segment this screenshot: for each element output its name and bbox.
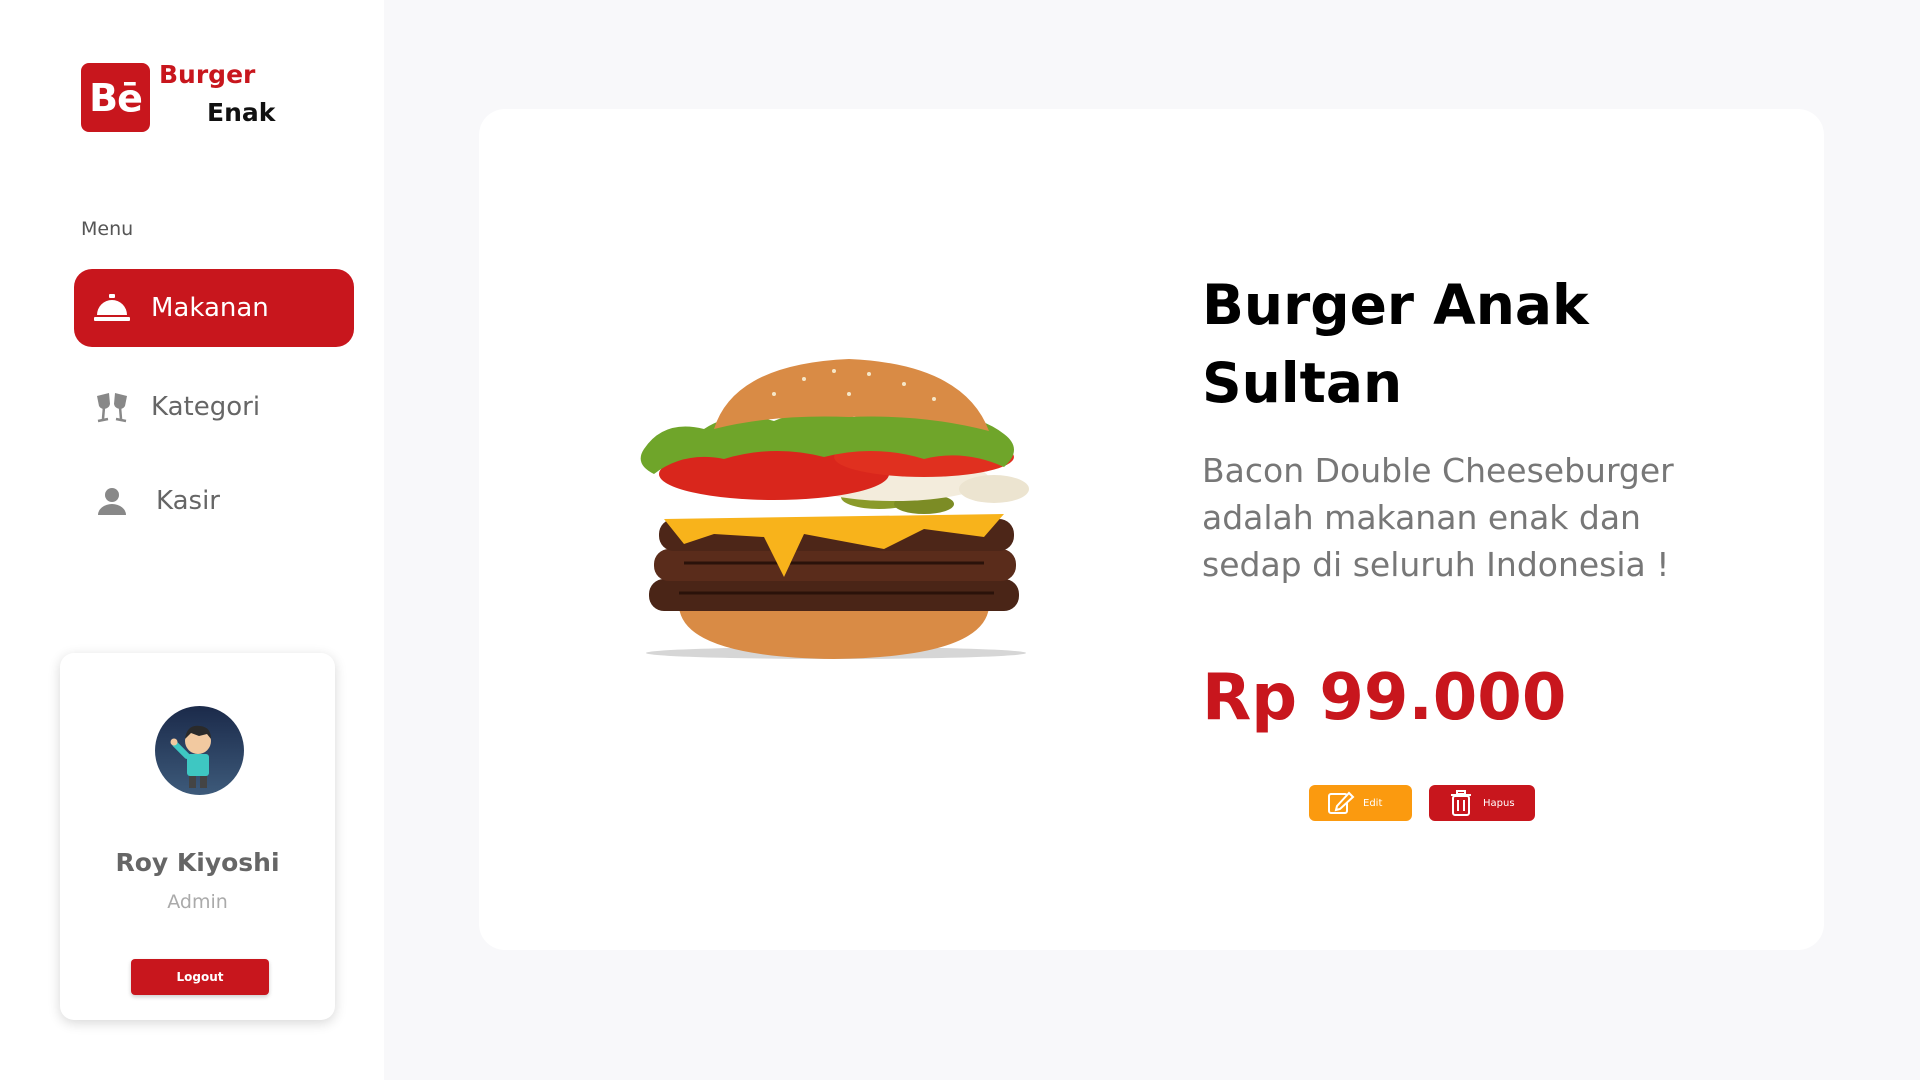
sidebar-item-label: Kategori <box>151 392 261 422</box>
sidebar-item-label: Makanan <box>151 293 269 323</box>
avatar-character-icon <box>155 706 244 795</box>
cheers-glasses-icon <box>92 387 132 427</box>
menu-heading: Menu <box>81 218 134 240</box>
sidebar-item-kategori[interactable]: Kategori <box>74 368 354 446</box>
service-bell-icon <box>92 288 132 328</box>
product-detail-card: Burger Anak Sultan Bacon Double Cheesebu… <box>479 109 1824 950</box>
sidebar: Bē Burger Enak Menu Makanan Kategori Kas… <box>0 0 384 1080</box>
sidebar-item-makanan[interactable]: Makanan <box>74 269 354 347</box>
avatar <box>155 706 244 795</box>
brand-logo[interactable]: Bē <box>81 63 150 132</box>
delete-button[interactable]: Hapus <box>1429 785 1535 821</box>
sidebar-item-kasir[interactable]: Kasir <box>74 462 354 540</box>
product-price: Rp 99.000 <box>1202 661 1567 735</box>
brand-name-line2: Enak <box>207 98 276 127</box>
product-description: Bacon Double Cheeseburger adalah makanan… <box>1202 451 1674 584</box>
edit-label: Edit <box>1363 797 1383 809</box>
brand-name-line1: Burger <box>159 60 256 89</box>
profile-role: Admin <box>167 891 228 913</box>
product-title: Burger Anak Sultan <box>1202 273 1589 415</box>
user-icon <box>92 481 132 521</box>
edit-button[interactable]: Edit <box>1309 785 1412 821</box>
delete-label: Hapus <box>1483 797 1515 809</box>
profile-card: Roy Kiyoshi Admin Logout <box>60 653 335 1020</box>
logout-button[interactable]: Logout <box>131 959 269 995</box>
burger-image <box>624 349 1044 669</box>
sidebar-item-label: Kasir <box>156 486 220 516</box>
trash-icon <box>1447 789 1475 817</box>
profile-name: Roy Kiyoshi <box>115 848 280 877</box>
edit-icon <box>1327 789 1355 817</box>
